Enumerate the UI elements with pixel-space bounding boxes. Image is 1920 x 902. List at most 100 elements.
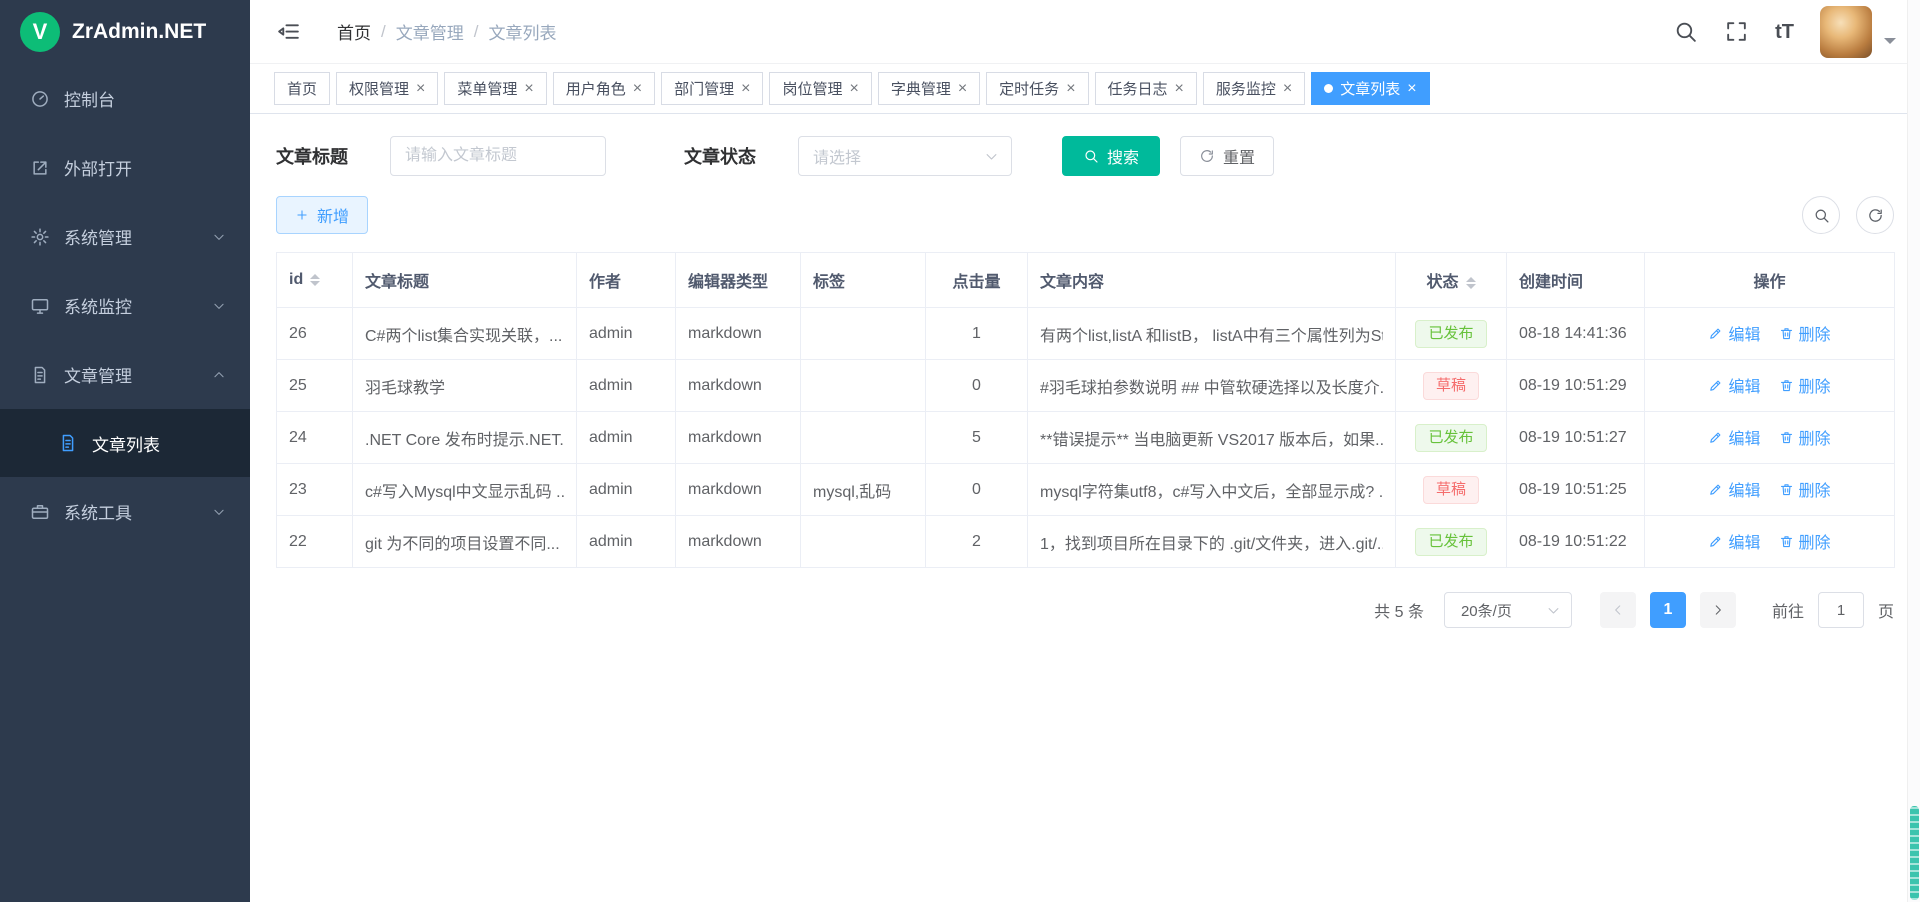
sidebar-item-article-manage[interactable]: 文章管理 — [0, 340, 250, 409]
next-page-button[interactable] — [1700, 592, 1736, 628]
delete-link[interactable]: 删除 — [1779, 529, 1831, 553]
tab-close-icon[interactable]: × — [958, 81, 967, 97]
page-number-1[interactable]: 1 — [1650, 592, 1686, 628]
article-title-input[interactable] — [390, 136, 606, 176]
tab-task-log[interactable]: 任务日志× — [1095, 72, 1197, 105]
sidebar-item-system-manage[interactable]: 系统管理 — [0, 202, 250, 271]
tab-close-icon[interactable]: × — [1283, 81, 1292, 97]
cell-author: admin — [577, 412, 676, 464]
cell-created: 08-19 10:51:27 — [1507, 412, 1645, 464]
prev-page-button[interactable] — [1600, 592, 1636, 628]
edit-link[interactable]: 编辑 — [1708, 425, 1760, 449]
cell-author: admin — [577, 516, 676, 568]
refresh-icon — [1867, 207, 1884, 224]
breadcrumb-article-manage[interactable]: 文章管理 — [396, 19, 464, 44]
edit-icon — [1708, 378, 1723, 393]
delete-icon — [1779, 430, 1794, 445]
tab-service-monitor[interactable]: 服务监控× — [1203, 72, 1305, 105]
tab-close-icon[interactable]: × — [741, 81, 750, 97]
sidebar-item-dashboard[interactable]: 控制台 — [0, 64, 250, 133]
delete-icon — [1779, 326, 1794, 341]
tab-close-icon[interactable]: × — [416, 81, 425, 97]
font-size-button[interactable]: tT — [1775, 22, 1794, 42]
breadcrumb-home[interactable]: 首页 — [337, 19, 371, 44]
sort-caret-icon[interactable] — [1466, 277, 1476, 289]
sidebar-item-external-open[interactable]: 外部打开 — [0, 133, 250, 202]
sort-caret-icon[interactable] — [310, 274, 320, 286]
reset-button[interactable]: 重置 — [1180, 136, 1274, 176]
sidebar-menu: 控制台外部打开系统管理系统监控文章管理文章列表系统工具 — [0, 64, 250, 546]
fullscreen-button[interactable] — [1724, 19, 1749, 44]
toggle-search-button[interactable] — [1802, 196, 1840, 234]
edit-link[interactable]: 编辑 — [1708, 321, 1760, 345]
breadcrumb-article-list: 文章列表 — [488, 19, 556, 44]
tab-home[interactable]: 首页 — [274, 72, 330, 105]
tab-dict[interactable]: 字典管理× — [878, 72, 980, 105]
tab-label: 首页 — [287, 78, 317, 99]
delete-link[interactable]: 删除 — [1779, 425, 1831, 449]
column-header-clicks: 点击量 — [926, 253, 1028, 308]
cell-title: C#两个list集合实现关联，... — [353, 308, 577, 360]
tab-scheduled-task[interactable]: 定时任务× — [986, 72, 1088, 105]
column-header-id[interactable]: id — [277, 253, 353, 308]
topbar-actions: tT — [1673, 6, 1896, 58]
cell-actions: 编辑删除 — [1645, 360, 1895, 412]
cell-editor: markdown — [676, 360, 801, 412]
delete-link[interactable]: 删除 — [1779, 477, 1831, 501]
tab-department[interactable]: 部门管理× — [661, 72, 763, 105]
app-logo[interactable]: V ZrAdmin.NET — [0, 0, 250, 64]
plus-icon — [295, 208, 309, 222]
column-header-title: 文章标题 — [353, 253, 577, 308]
header-search-button[interactable] — [1673, 19, 1698, 44]
select-placeholder: 请选择 — [813, 144, 861, 168]
refresh-table-button[interactable] — [1856, 196, 1894, 234]
tab-menu-manage[interactable]: 菜单管理× — [444, 72, 546, 105]
tab-close-icon[interactable]: × — [633, 81, 642, 97]
column-header-status[interactable]: 状态 — [1396, 253, 1507, 308]
tab-close-icon[interactable]: × — [1066, 81, 1075, 97]
sidebar-collapse-button[interactable] — [276, 19, 301, 44]
edit-link[interactable]: 编辑 — [1708, 477, 1760, 501]
tab-post[interactable]: 岗位管理× — [769, 72, 871, 105]
tab-close-icon[interactable]: × — [849, 81, 858, 97]
cell-tags — [801, 360, 926, 412]
sidebar-item-system-monitor[interactable]: 系统监控 — [0, 271, 250, 340]
page-scrollbar-thumb[interactable] — [1910, 806, 1919, 900]
tab-close-icon[interactable]: × — [1175, 81, 1184, 97]
delete-link[interactable]: 删除 — [1779, 321, 1831, 345]
column-header-tags: 标签 — [801, 253, 926, 308]
column-label: id — [289, 271, 303, 288]
tab-close-icon[interactable]: × — [1407, 81, 1416, 97]
status-badge: 已发布 — [1415, 528, 1486, 556]
goto-page-input[interactable] — [1818, 592, 1864, 628]
search-button-label: 搜索 — [1107, 144, 1139, 168]
tags-bar: 首页权限管理×菜单管理×用户角色×部门管理×岗位管理×字典管理×定时任务×任务日… — [250, 64, 1920, 114]
delete-icon — [1779, 534, 1794, 549]
search-icon — [1813, 207, 1830, 224]
user-menu-caret-icon[interactable] — [1884, 38, 1896, 50]
table-row: 23c#写入Mysql中文显示乱码 ...adminmarkdownmysql,… — [277, 464, 1895, 516]
add-button[interactable]: 新增 — [276, 196, 368, 234]
cell-id: 25 — [277, 360, 353, 412]
edit-link[interactable]: 编辑 — [1708, 529, 1760, 553]
edit-icon — [1708, 482, 1723, 497]
sidebar-item-system-tools[interactable]: 系统工具 — [0, 477, 250, 546]
cell-created: 08-19 10:51:22 — [1507, 516, 1645, 568]
edit-link[interactable]: 编辑 — [1708, 373, 1760, 397]
sidebar-item-label: 文章列表 — [92, 431, 160, 456]
sidebar-item-article-list[interactable]: 文章列表 — [0, 409, 250, 477]
user-avatar[interactable] — [1820, 6, 1872, 58]
tab-article-list[interactable]: 文章列表× — [1311, 72, 1429, 105]
status-badge: 已发布 — [1415, 320, 1486, 348]
article-status-select[interactable]: 请选择 — [798, 136, 1012, 176]
page-size-select[interactable]: 20条/页 — [1444, 592, 1572, 628]
search-button[interactable]: 搜索 — [1062, 136, 1160, 176]
tab-close-icon[interactable]: × — [524, 81, 533, 97]
cell-status: 已发布 — [1396, 516, 1507, 568]
delete-link[interactable]: 删除 — [1779, 373, 1831, 397]
tab-permission[interactable]: 权限管理× — [336, 72, 438, 105]
external-link-icon — [30, 158, 50, 178]
tab-user-role[interactable]: 用户角色× — [553, 72, 655, 105]
pagination-total: 共 5 条 — [1374, 598, 1424, 622]
page-scrollbar-track[interactable] — [1907, 0, 1920, 902]
